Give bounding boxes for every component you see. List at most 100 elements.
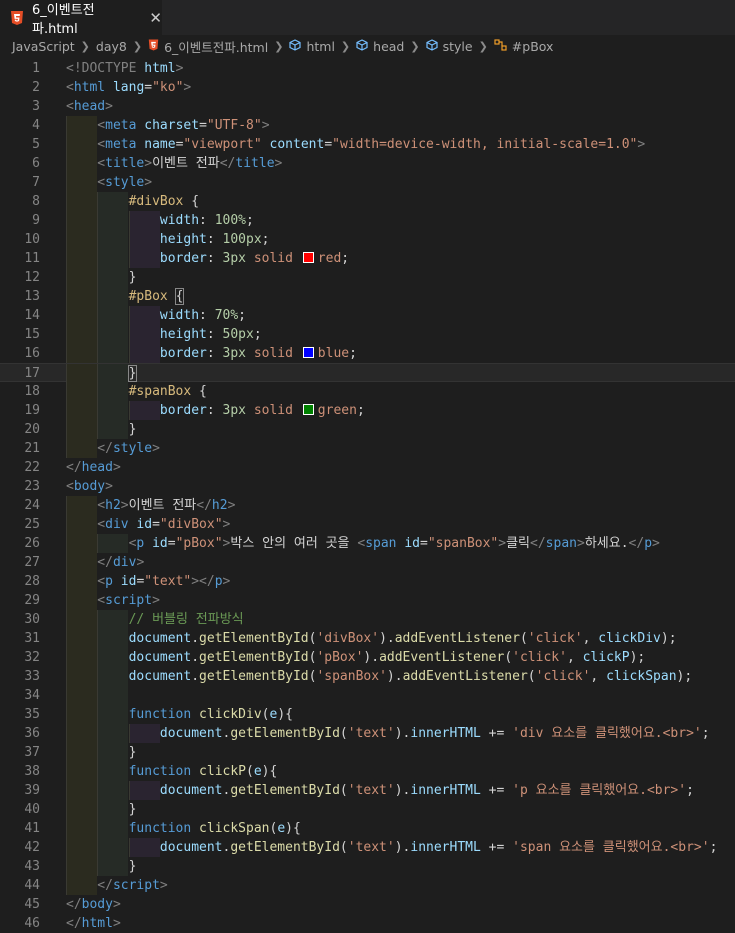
- code-line[interactable]: 2 <html lang="ko">: [0, 78, 735, 97]
- breadcrumb-item-html[interactable]: html: [289, 39, 335, 54]
- color-swatch[interactable]: [302, 252, 314, 263]
- indent-guide: [66, 382, 97, 401]
- code-line[interactable]: 13 #pBox {: [0, 287, 735, 306]
- code-line[interactable]: 40}: [0, 800, 735, 819]
- code-text: <title>이벤트 전파</title>: [97, 154, 282, 173]
- code-line[interactable]: 31 document.getElementById ('divBox').addE…: [0, 629, 735, 648]
- indent-guide: [66, 496, 97, 515]
- code-line[interactable]: 34: [0, 686, 735, 705]
- code-line[interactable]: 36 document.getElementById('text').innerH…: [0, 724, 735, 743]
- code-token: ;: [341, 251, 350, 266]
- code-line[interactable]: 5 <meta name="viewport" content="width=de…: [0, 135, 735, 154]
- code-line[interactable]: 16 border: 3px solid blue;: [0, 344, 735, 363]
- code-token: >: [144, 175, 153, 190]
- code-line[interactable]: 23 <body>: [0, 477, 735, 496]
- code-token: 박스 안의 여러 곳을: [230, 536, 358, 551]
- breadcrumb-item-style[interactable]: style: [425, 39, 473, 54]
- color-swatch[interactable]: [302, 347, 314, 358]
- code-line[interactable]: 12}: [0, 268, 735, 287]
- code-token: =: [419, 536, 428, 551]
- code-line[interactable]: 17}: [0, 363, 735, 383]
- line-number: 13: [24, 289, 40, 304]
- code-token: <: [97, 156, 106, 171]
- code-line[interactable]: 24 <h2>이벤트 전파</h2>: [0, 496, 735, 515]
- indent-guide: [128, 838, 160, 857]
- code-line[interactable]: 10 height: 100px;: [0, 230, 735, 249]
- code-line[interactable]: 1 <!DOCTYPE html>: [0, 59, 735, 78]
- code-token: </: [219, 156, 236, 171]
- code-line[interactable]: 37}: [0, 743, 735, 762]
- line-number: 19: [24, 403, 40, 418]
- code-line[interactable]: 42 document.getElementById('text').innerH…: [0, 838, 735, 857]
- code-line[interactable]: 39 document.getElementById('text').innerH…: [0, 781, 735, 800]
- code-line[interactable]: 4 <meta charset="UTF-8">: [0, 116, 735, 135]
- code-line[interactable]: 28 <p id="text"></p>: [0, 572, 735, 591]
- code-line[interactable]: 21 </style>: [0, 439, 735, 458]
- code-token: <: [97, 574, 106, 589]
- code-token: green: [317, 403, 357, 418]
- code-token: >: [637, 137, 646, 152]
- code-line[interactable]: 30 // 버블링 전파방식: [0, 610, 735, 629]
- code-editor[interactable]: 1 <!DOCTYPE html> 2 <html lang="ko"> 3 <head>…: [0, 57, 735, 933]
- code-token: 'span 요소를 클릭했어요.<br>': [512, 840, 710, 855]
- code-token: ;: [261, 232, 270, 247]
- code-line[interactable]: 41 function clickSpan(e){: [0, 819, 735, 838]
- code-line[interactable]: 33 document.getElementById ('spanBox').add…: [0, 667, 735, 686]
- code-line[interactable]: 22 </head>: [0, 458, 735, 477]
- code-text: #pBox {: [129, 287, 185, 306]
- indent-guide: [66, 154, 97, 173]
- code-token: clickP: [199, 764, 247, 779]
- indent-guide: [66, 572, 97, 591]
- code-line[interactable]: 19 border: 3px solid green;: [0, 401, 735, 420]
- symbol-class-icon: [494, 38, 507, 54]
- color-swatch[interactable]: [302, 404, 314, 415]
- code-line[interactable]: 43}: [0, 857, 735, 876]
- code-line[interactable]: 15 height: 50px;: [0, 325, 735, 344]
- code-token: =: [199, 118, 207, 133]
- line-number: 7: [32, 175, 40, 190]
- line-number: 45: [24, 897, 40, 912]
- close-icon[interactable]: ✕: [149, 9, 162, 27]
- breadcrumb-item-javascript[interactable]: JavaScript: [12, 39, 75, 54]
- line-number: 21: [24, 441, 40, 456]
- code-line[interactable]: 3 <head>: [0, 97, 735, 116]
- code-line[interactable]: 11 border: 3px solid red;: [0, 249, 735, 268]
- code-line[interactable]: 6 <title>이벤트 전파</title>: [0, 154, 735, 173]
- indent-guide: [66, 819, 97, 838]
- indent-guide: [97, 306, 129, 325]
- code-line[interactable]: 35 function clickDiv(e){: [0, 705, 735, 724]
- code-line[interactable]: 8 #divBox {: [0, 192, 735, 211]
- code-token: getElementById: [230, 783, 340, 798]
- breadcrumb-item-file[interactable]: 6_이벤트전파.html: [148, 37, 268, 56]
- tab-bar: 6_이벤트전파.html ✕: [0, 0, 735, 37]
- code-line[interactable]: 46 </html>: [0, 914, 735, 933]
- code-text: document.getElementById ('pBox').addEvent…: [129, 648, 646, 667]
- code-token: border: [159, 346, 207, 361]
- code-line[interactable]: 26 <p id="pBox">박스 안의 여러 곳을 <span id="spa…: [0, 534, 735, 553]
- code-line[interactable]: 20}: [0, 420, 735, 439]
- code-line[interactable]: 44 </script>: [0, 876, 735, 895]
- code-text: </div>: [97, 553, 144, 572]
- code-line[interactable]: 27 </div>: [0, 553, 735, 572]
- code-line[interactable]: 38 function clickP(e){: [0, 762, 735, 781]
- code-token: ></: [191, 574, 215, 589]
- indent-guide: [128, 401, 160, 420]
- breadcrumb-item-head[interactable]: head: [356, 39, 404, 54]
- line-number: 33: [24, 669, 40, 684]
- code-line[interactable]: 9 width: 100%;: [0, 211, 735, 230]
- indent-guide: [66, 838, 97, 857]
- editor-tab[interactable]: 6_이벤트전파.html ✕: [0, 0, 162, 37]
- code-line[interactable]: 18 #spanBox {: [0, 382, 735, 401]
- code-token: title: [235, 156, 275, 171]
- code-line[interactable]: 45 </body>: [0, 895, 735, 914]
- code-line[interactable]: 32 document.getElementById ('pBox').addEve…: [0, 648, 735, 667]
- code-line[interactable]: 7 <style>: [0, 173, 735, 192]
- breadcrumb-item-pbox[interactable]: #pBox: [494, 38, 553, 54]
- html5-icon: [10, 10, 24, 25]
- indent-guide: [97, 401, 129, 420]
- code-line[interactable]: 29 <script>: [0, 591, 735, 610]
- code-line[interactable]: 25 <div id="divBox">: [0, 515, 735, 534]
- code-line[interactable]: 14 width: 70%;: [0, 306, 735, 325]
- breadcrumb-item-day8[interactable]: day8: [96, 39, 127, 54]
- line-number: 39: [24, 783, 40, 798]
